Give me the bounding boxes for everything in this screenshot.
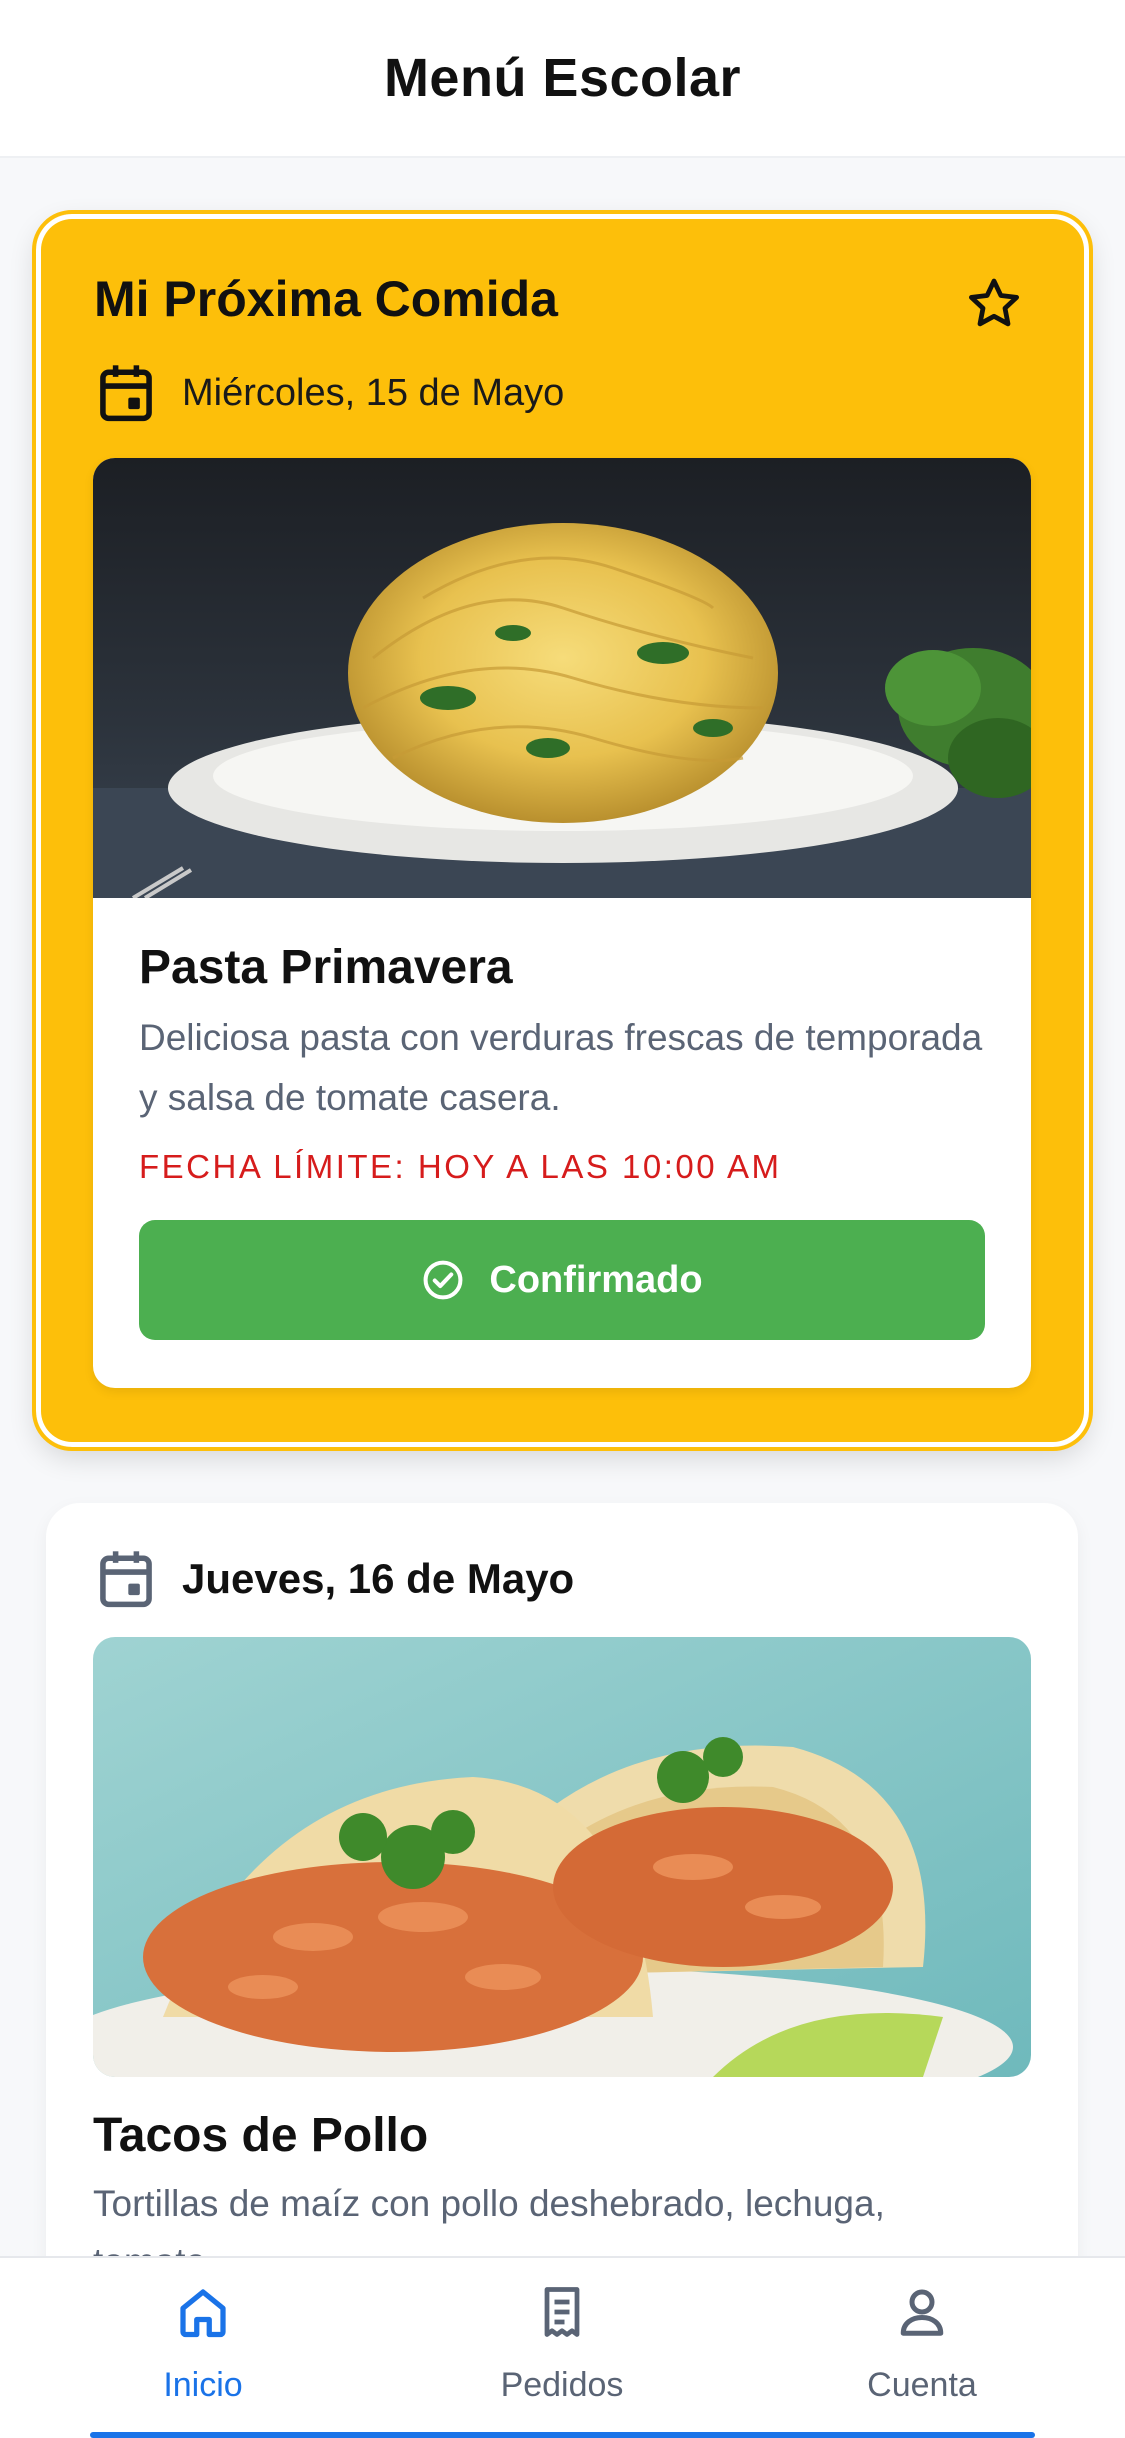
star-icon[interactable] bbox=[964, 274, 1024, 334]
meal-name: Pasta Primavera bbox=[139, 941, 513, 994]
user-icon bbox=[900, 2289, 944, 2336]
tacos-image bbox=[93, 1637, 1031, 2077]
nav-item-inicio[interactable]: Inicio bbox=[53, 2282, 353, 2422]
day-date-row: Jueves, 16 de Mayo bbox=[98, 1548, 574, 1610]
order-deadline: FECHA LÍMITE: HOY A LAS 10:00 AM bbox=[139, 1148, 782, 1185]
next-meal-card[interactable]: Mi Próxima Comida Miércoles, 15 de Mayo bbox=[32, 210, 1093, 1451]
calendar-icon bbox=[100, 1551, 152, 1608]
day-date: Jueves, 16 de Mayo bbox=[182, 1555, 575, 1602]
bottom-navigation: Inicio Pedidos Cuenta bbox=[0, 2256, 1125, 2438]
confirmed-button[interactable]: Confirmado bbox=[139, 1220, 985, 1340]
page-title: Menú Escolar bbox=[383, 48, 742, 108]
pasta-image bbox=[93, 458, 1031, 898]
nav-label-pedidos: Pedidos bbox=[500, 2366, 624, 2404]
home-icon bbox=[180, 2289, 226, 2338]
day-meal-name: Tacos de Pollo bbox=[93, 2109, 429, 2162]
nav-item-pedidos[interactable]: Pedidos bbox=[412, 2282, 712, 2422]
receipt-icon bbox=[544, 2287, 580, 2337]
home-indicator bbox=[90, 2432, 1035, 2438]
nav-item-cuenta[interactable]: Cuenta bbox=[772, 2282, 1072, 2422]
meal-detail-card: Pasta Primavera Deliciosa pasta con verd… bbox=[93, 458, 1031, 1388]
confirmed-button-label: Confirmado bbox=[489, 1258, 703, 1301]
nav-label-cuenta: Cuenta bbox=[867, 2366, 977, 2404]
nav-label-inicio: Inicio bbox=[163, 2366, 243, 2404]
app-screen: Menú Escolar Mi Próxima Comida Miércoles… bbox=[0, 0, 1125, 2438]
next-meal-date-row: Miércoles, 15 de Mayo bbox=[98, 362, 564, 424]
check-circle-icon bbox=[423, 1260, 463, 1300]
meal-description: Deliciosa pasta con verduras frescas de … bbox=[139, 1017, 983, 1118]
next-meal-heading: Mi Próxima Comida bbox=[94, 271, 558, 327]
calendar-icon bbox=[100, 365, 152, 422]
next-meal-date: Miércoles, 15 de Mayo bbox=[182, 371, 565, 414]
app-header: Menú Escolar bbox=[0, 0, 1125, 158]
